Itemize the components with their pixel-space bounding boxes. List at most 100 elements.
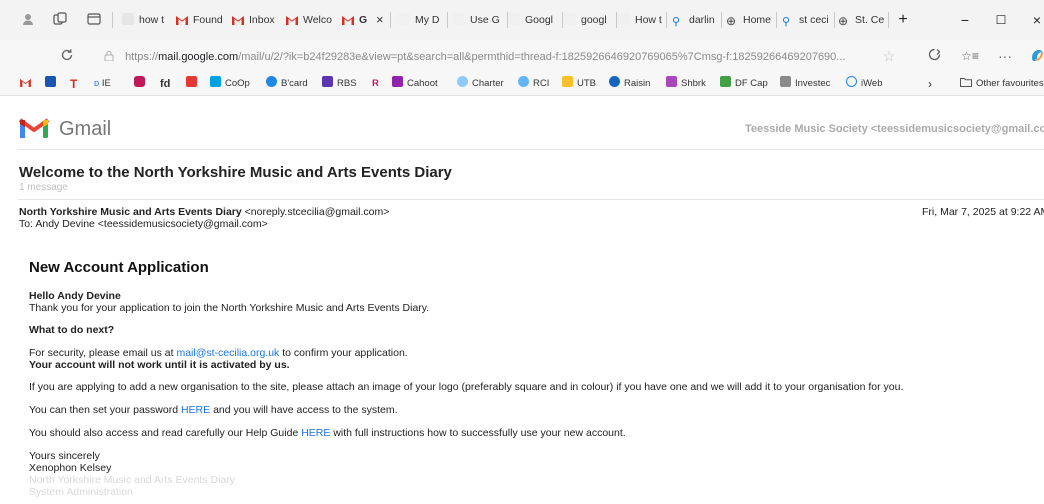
recipient-line: To: Andy Devine <teessidemusicsociety@gm…	[19, 218, 268, 230]
coop-icon	[210, 76, 221, 87]
fav-fd[interactable]: fd	[160, 76, 170, 92]
new-tab-button[interactable]: +	[893, 10, 913, 30]
fav-red-square[interactable]	[134, 76, 149, 92]
fav-investec[interactable]: Investec	[780, 76, 830, 92]
email-subject: Welcome to the North Yorkshire Music and…	[19, 164, 452, 181]
signer-role: System Administration	[29, 486, 133, 498]
sender-email: <noreply.stcecilia@gmail.com>	[244, 206, 390, 218]
fav-red-app[interactable]	[186, 76, 201, 92]
fav-t[interactable]: T	[70, 76, 77, 92]
divider	[18, 199, 1044, 200]
address-field[interactable]: https://mail.google.com/mail/u/2/?ik=b24…	[104, 49, 884, 65]
fav-r[interactable]: R	[372, 76, 379, 92]
fav-charter[interactable]: Charter	[457, 76, 504, 92]
tab-separator	[447, 12, 448, 28]
investec-icon	[780, 76, 791, 87]
tab-darlington[interactable]: ⚲ darlin	[672, 10, 720, 30]
password-text: You can then set your password HERE and …	[29, 404, 398, 416]
fav-dfcap[interactable]: DF Cap	[720, 76, 768, 92]
email-date: Fri, Mar 7, 2025 at 9:22 AM	[922, 206, 1044, 218]
cahoot-icon	[392, 76, 403, 87]
copilot-icon[interactable]	[1028, 48, 1044, 65]
t-icon: T	[70, 77, 78, 91]
favorites-icon[interactable]: ☆≡	[961, 48, 979, 64]
email-heading: New Account Application	[29, 259, 209, 276]
fav-shbrk[interactable]: Shbrk	[666, 76, 706, 92]
fav-iweb[interactable]: iWeb	[846, 76, 882, 92]
fav-coop[interactable]: CoOp	[210, 76, 250, 92]
close-window-button[interactable]: ×	[1027, 10, 1044, 30]
gmail-icon	[20, 77, 31, 88]
tab-welcome[interactable]: Welco	[286, 10, 336, 30]
tab-st-cecilia-search[interactable]: ⚲ st ceci	[782, 10, 832, 30]
close-tab-icon[interactable]: ×	[376, 10, 384, 30]
tab-active[interactable]: G	[342, 10, 376, 30]
security-text: For security, please email us at mail@st…	[29, 347, 408, 359]
iweb-icon	[846, 76, 857, 87]
favorite-star-icon[interactable]: ☆	[880, 48, 898, 64]
page-favicon-icon	[453, 13, 465, 25]
tab-separator	[666, 12, 667, 28]
minimize-button[interactable]: −	[955, 10, 975, 30]
globe-icon: ⊕	[726, 14, 737, 28]
profile-icon[interactable]	[20, 12, 36, 28]
folder-icon	[960, 78, 976, 89]
activation-warning: Your account will not work until it is a…	[29, 359, 290, 371]
fav-bcard[interactable]: B'card	[266, 76, 308, 92]
tab-separator	[834, 12, 835, 28]
tab-home[interactable]: ⊕ Home	[726, 10, 774, 30]
more-menu-icon[interactable]: ···	[996, 48, 1014, 64]
maximize-button[interactable]: ☐	[991, 10, 1011, 30]
fav-gmail[interactable]	[20, 76, 35, 92]
workspaces-icon[interactable]	[52, 12, 68, 28]
fav-rci[interactable]: RCI	[518, 76, 549, 92]
ie-icon: ᴅ	[94, 78, 102, 89]
divider	[18, 149, 1044, 150]
tab-found[interactable]: Found	[176, 10, 226, 30]
fav-ie[interactable]: ᴅ IE	[94, 76, 111, 92]
gmail-icon	[342, 12, 354, 25]
tab-how-to-2[interactable]: How t	[618, 10, 664, 30]
raisin-icon	[609, 76, 620, 87]
address-bar-row: https://mail.google.com/mail/u/2/?ik=b24…	[0, 40, 1044, 72]
page-favicon-icon	[398, 13, 410, 25]
other-favourites-folder[interactable]: Other favourites	[960, 76, 1044, 92]
vertical-tabs-icon[interactable]	[86, 12, 102, 28]
tab-separator	[390, 12, 391, 28]
red-app-icon	[186, 76, 197, 87]
tab-google-2[interactable]: googl	[564, 10, 614, 30]
tab-separator	[616, 12, 617, 28]
account-label: Teesside Music Society <teessidemusicsoc…	[745, 123, 1044, 135]
refresh-icon[interactable]	[60, 48, 74, 66]
tab-use-g[interactable]: Use G	[453, 10, 505, 30]
favorites-overflow-button[interactable]: ›	[928, 76, 932, 92]
tab-how-to-1[interactable]: how t	[122, 10, 172, 30]
tab-my-drive[interactable]: My D	[398, 10, 444, 30]
gmail-logo-icon	[18, 116, 50, 142]
fav-cahoot[interactable]: Cahoot	[392, 76, 438, 92]
fav-bookmark[interactable]	[45, 76, 60, 92]
fav-rbs[interactable]: RBS	[322, 76, 357, 92]
email-link[interactable]: mail@st-cecilia.org.uk	[176, 347, 279, 359]
thanks-text: Thank you for your application to join t…	[29, 302, 430, 314]
extensions-icon[interactable]	[925, 48, 943, 64]
gmail-icon	[286, 12, 298, 25]
url-scheme: https://	[125, 51, 159, 63]
lock-icon	[104, 50, 117, 63]
fav-utb[interactable]: UTB	[562, 76, 596, 92]
tab-st-cecilia[interactable]: ⊕ St. Ce	[838, 10, 886, 30]
tab-google[interactable]: Googl	[508, 10, 560, 30]
signoff: Yours sincerely	[29, 450, 100, 462]
gmail-icon	[232, 12, 244, 25]
utb-icon	[562, 76, 573, 87]
tab-strip: how t Found Inbox Welco G × My D Use G G…	[0, 0, 1044, 40]
dfcap-icon	[720, 76, 731, 87]
message-count: 1 message	[19, 182, 68, 193]
fav-raisin[interactable]: Raisin	[609, 76, 650, 92]
search-icon: ⚲	[672, 16, 681, 28]
help-guide-link[interactable]: HERE	[301, 427, 330, 439]
tab-inbox[interactable]: Inbox	[232, 10, 282, 30]
charter-icon	[457, 76, 468, 87]
signer-name: Xenophon Kelsey	[29, 462, 112, 474]
password-link[interactable]: HERE	[181, 404, 210, 416]
